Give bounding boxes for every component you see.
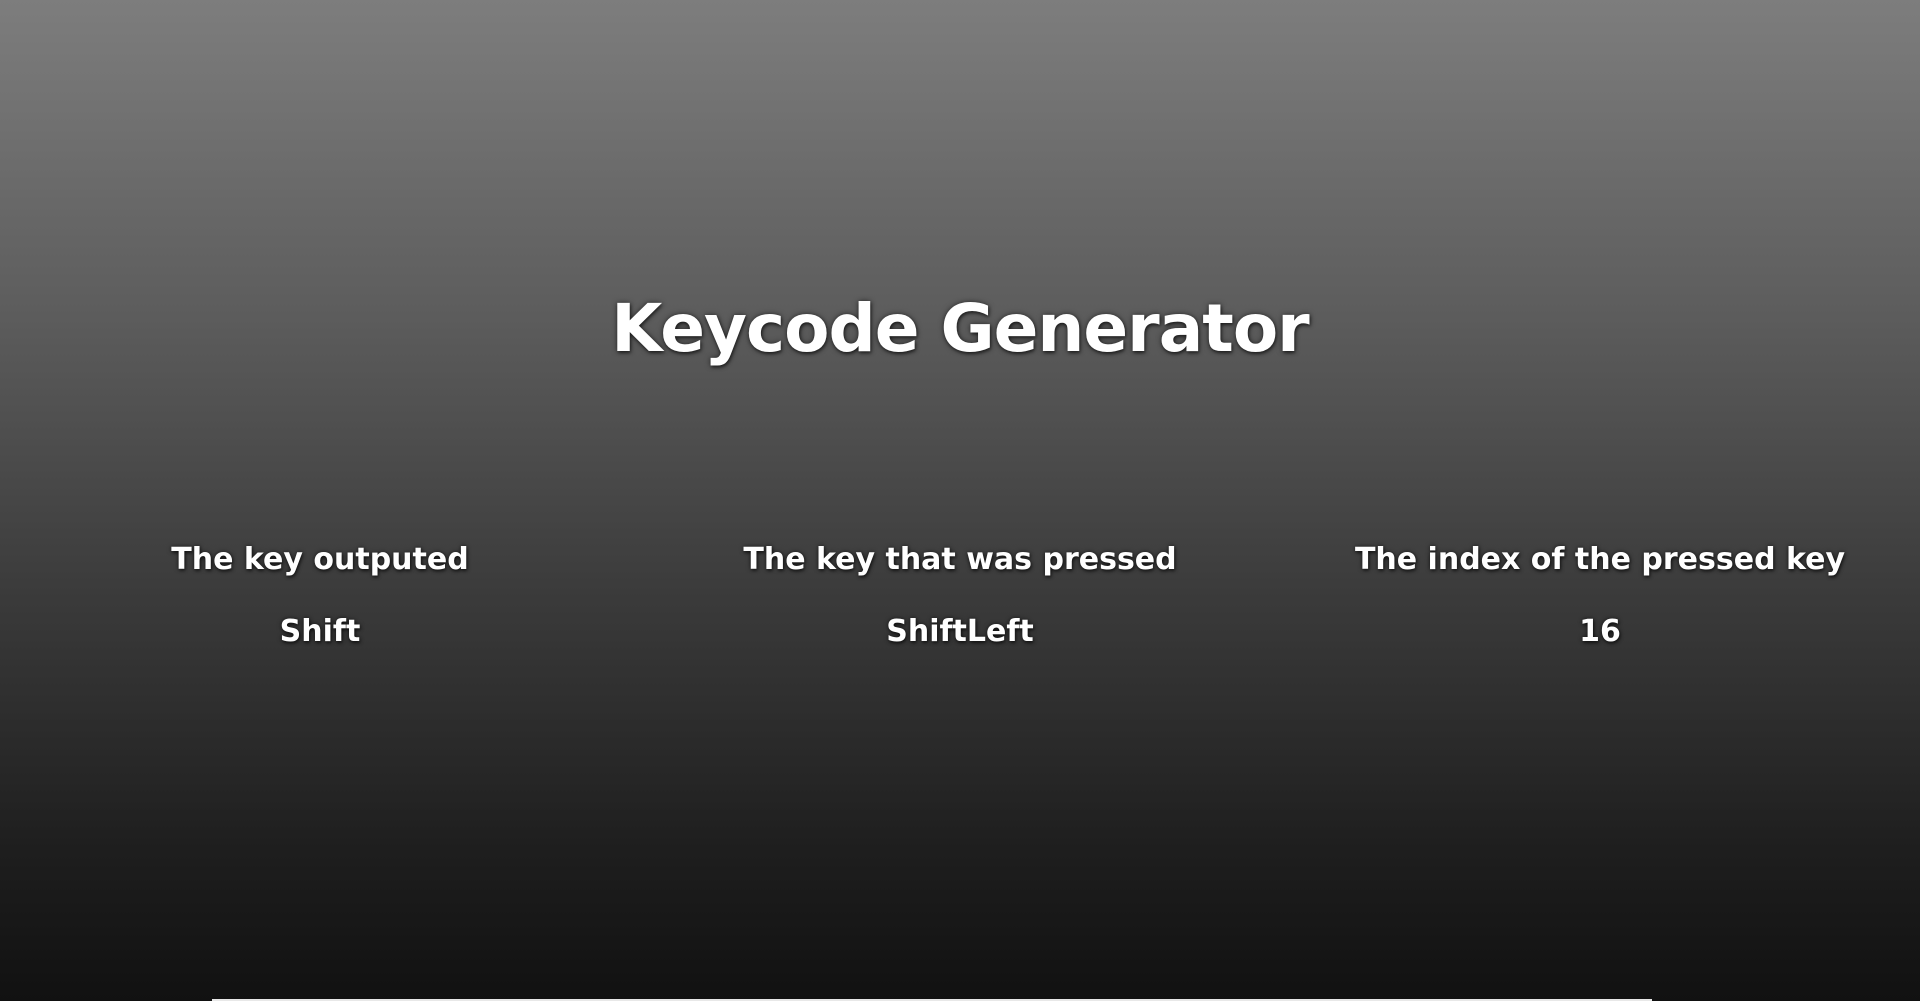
key-pressed-label: The key that was pressed <box>743 542 1177 577</box>
key-pressed-value: ShiftLeft <box>886 614 1034 649</box>
key-index-label: The index of the pressed key <box>1354 542 1846 577</box>
key-output-value: Shift <box>279 614 361 649</box>
key-output-label: The key outputed <box>171 542 469 577</box>
key-output-column: The key outputed Shift <box>0 540 640 652</box>
key-index-value: 16 <box>1579 614 1621 649</box>
key-index-column: The index of the pressed key 16 <box>1280 540 1920 652</box>
key-info-columns: The key outputed Shift The key that was … <box>0 540 1920 652</box>
page-title: Keycode Generator <box>611 290 1309 367</box>
key-pressed-column: The key that was pressed ShiftLeft <box>640 540 1280 652</box>
